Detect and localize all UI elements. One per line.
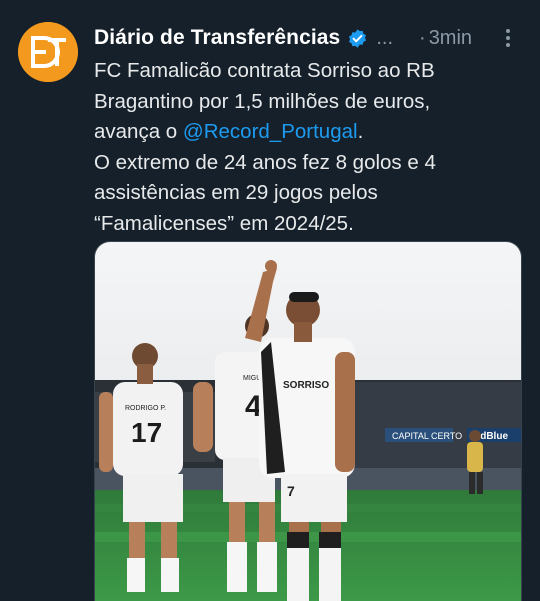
more-vertical-icon — [506, 29, 510, 33]
more-dot — [506, 43, 510, 47]
tweet-text-segment: avança o — [94, 120, 183, 143]
tweet-timestamp[interactable]: 3min — [429, 27, 472, 50]
shirt-name: RODRIGO P. — [125, 405, 166, 412]
author-avatar[interactable] — [18, 22, 78, 82]
shirt-name: SORRISO — [283, 380, 329, 391]
tweet-text-line: O extremo de 24 anos fez 8 golos e 4 — [94, 150, 436, 174]
author-handle-truncated[interactable]: ... — [376, 27, 393, 50]
time-separator: · — [419, 26, 426, 49]
more-dot — [506, 36, 510, 40]
tweet-text-line: avança o @Record_Portugal. — [94, 117, 526, 148]
tweet-text-line: “Famalicenses” em 2024/25. — [94, 211, 354, 235]
tweet-text-line: Bragantino por 1,5 milhões de euros, — [94, 89, 431, 113]
author-name[interactable]: Diário de Transferências — [94, 26, 340, 50]
tweet-header: Diário de Transferências ... · 3min — [94, 24, 526, 52]
ad-board-text: CAPITAL CERTO — [392, 431, 462, 441]
tweet-body: FC Famalicão contrata Sorriso ao RB Brag… — [94, 56, 526, 239]
mention-link[interactable]: @Record_Portugal — [183, 120, 358, 143]
shirt-number: 17 — [131, 417, 162, 448]
tweet-text-line: assistências em 29 jogos pelos — [94, 181, 378, 204]
tweet-text-line: FC Famalicão contrata Sorriso ao RB — [94, 59, 435, 82]
dt-logo-icon — [18, 22, 78, 82]
verified-badge-icon[interactable] — [347, 28, 368, 49]
shirt-number: 7 — [287, 483, 295, 499]
tweet-media-photo[interactable]: CAPITAL CERTO AdBlue 17 RODRIGO P. 4 MIG… — [94, 241, 522, 601]
tweet-text-segment: . — [357, 120, 364, 143]
tweet[interactable]: Diário de Transferências ... · 3min FC F… — [0, 0, 540, 601]
football-celebration-photo-icon: CAPITAL CERTO AdBlue 17 RODRIGO P. 4 MIG… — [95, 242, 521, 601]
more-options-button[interactable] — [498, 26, 518, 50]
